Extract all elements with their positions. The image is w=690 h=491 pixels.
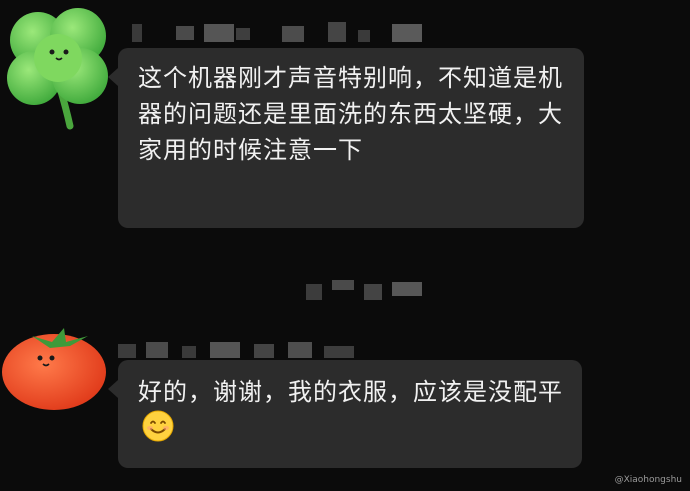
- watermark: @Xiaohongshu: [614, 475, 682, 485]
- message-bubble[interactable]: 这个机器刚才声音特别响，不知道是机器的问题还是里面洗的东西太坚硬，大家用的时候注…: [108, 48, 584, 228]
- tomato-avatar[interactable]: [0, 322, 112, 412]
- bubble-tail: [108, 68, 118, 86]
- message-text: 这个机器刚才声音特别响，不知道是机器的问题还是里面洗的东西太坚硬，大家用的时候注…: [138, 64, 563, 164]
- message-bubble[interactable]: 好的，谢谢，我的衣服，应该是没配平: [108, 360, 582, 468]
- sender-name-redacted: [118, 340, 368, 360]
- message-text: 好的，谢谢，我的衣服，应该是没配平: [138, 374, 564, 446]
- clover-avatar[interactable]: [0, 0, 115, 130]
- sender-name-redacted: [132, 20, 432, 44]
- timestamp-redacted: [306, 280, 426, 302]
- smiling-face-emoji: [142, 410, 174, 442]
- bubble-tail: [108, 380, 118, 398]
